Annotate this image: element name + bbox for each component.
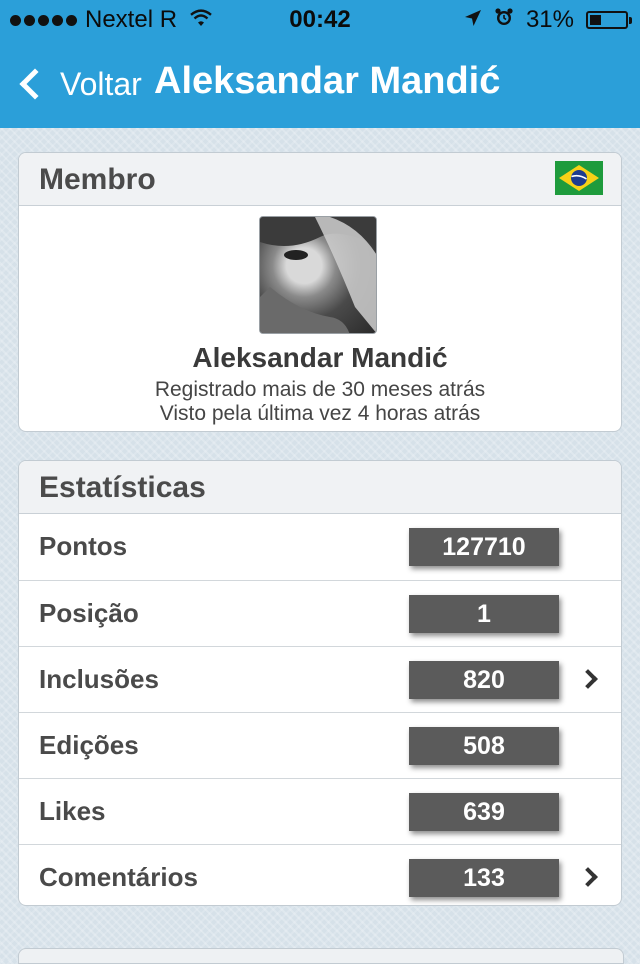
status-bar: Nextel R 00:42 31% bbox=[0, 0, 640, 40]
stat-value-badge: 133 bbox=[409, 859, 559, 897]
stat-row-pontos: Pontos 127710 bbox=[19, 514, 621, 580]
stats-card-header: Estatísticas bbox=[19, 461, 621, 514]
stat-label: Inclusões bbox=[39, 664, 159, 694]
stat-row-inclusoes[interactable]: Inclusões 820 bbox=[19, 646, 621, 712]
stat-value-badge: 820 bbox=[409, 661, 559, 699]
location-arrow-icon bbox=[464, 6, 482, 34]
member-card-header: Membro bbox=[19, 153, 621, 206]
stat-value-badge: 1 bbox=[409, 595, 559, 633]
last-seen-text: Visto pela última vez 4 horas atrás bbox=[159, 402, 481, 425]
page-title: Aleksandar Mandić bbox=[154, 60, 501, 102]
chevron-right-icon bbox=[578, 867, 598, 887]
stat-row-posicao: Posição 1 bbox=[19, 580, 621, 646]
stats-card-title: Estatísticas bbox=[39, 471, 206, 504]
battery-percent: 31% bbox=[525, 6, 574, 33]
battery-icon bbox=[586, 11, 632, 29]
stat-label: Posição bbox=[39, 598, 139, 628]
member-name: Aleksandar Mandić bbox=[192, 342, 448, 373]
stat-row-likes: Likes 639 bbox=[19, 778, 621, 844]
next-card-edge bbox=[18, 948, 624, 964]
back-button-label: Voltar bbox=[60, 65, 142, 102]
stats-list: Pontos 127710 Posição 1 Inclusões 820 Edições 5… bbox=[19, 514, 621, 905]
alarm-clock-icon bbox=[494, 6, 514, 34]
stat-label: Edições bbox=[39, 730, 139, 760]
stat-value-badge: 127710 bbox=[409, 528, 559, 566]
chevron-right-icon bbox=[578, 669, 598, 689]
stat-row-edicoes: Edições 508 bbox=[19, 712, 621, 778]
stat-row-comentarios[interactable]: Comentários 133 bbox=[19, 844, 621, 905]
stats-card: Estatísticas Pontos 127710 Posição 1 Inclusõ… bbox=[18, 460, 622, 906]
brazil-flag-icon bbox=[555, 161, 603, 195]
member-card-title: Membro bbox=[39, 163, 156, 196]
status-right: 31% bbox=[464, 6, 632, 34]
stat-label: Comentários bbox=[39, 862, 198, 892]
member-details: Aleksandar Mandić Registrado mais de 30 … bbox=[19, 206, 621, 431]
battery-fill bbox=[590, 15, 601, 25]
registered-text: Registrado mais de 30 meses atrás bbox=[154, 378, 486, 401]
stat-label: Pontos bbox=[39, 531, 128, 561]
stat-label: Likes bbox=[39, 796, 106, 826]
stat-value-badge: 639 bbox=[409, 793, 559, 831]
avatar bbox=[259, 216, 377, 334]
back-button[interactable]: Voltar bbox=[16, 62, 142, 106]
stat-value-badge: 508 bbox=[409, 727, 559, 765]
navigation-bar: Voltar Aleksandar Mandić bbox=[0, 40, 640, 128]
chevron-left-icon bbox=[19, 68, 51, 100]
member-card: Membro Aleksandar Mandić Registrado mais… bbox=[18, 152, 622, 432]
